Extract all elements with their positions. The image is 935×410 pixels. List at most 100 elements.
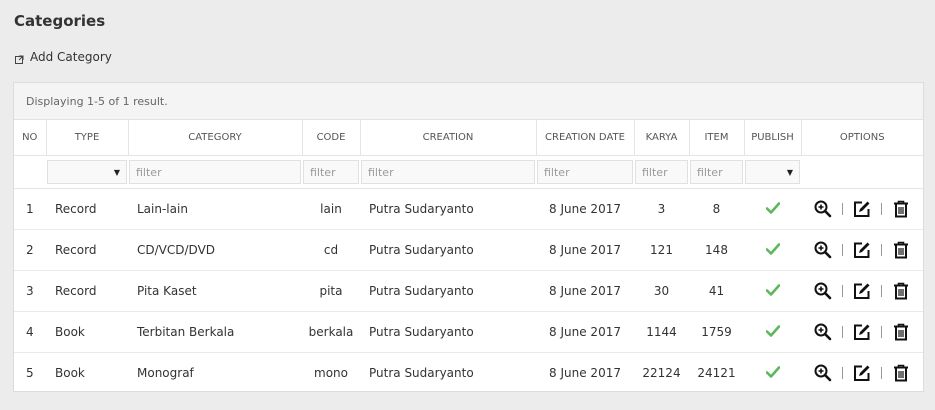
cell-code: pita xyxy=(302,270,360,312)
table-body: 1 Record Lain-lain lain Putra Sudaryanto… xyxy=(14,188,923,394)
trash-icon[interactable] xyxy=(890,281,912,301)
cell-code: berkala xyxy=(302,311,360,353)
cell-karya: 3 xyxy=(634,188,689,230)
edit-icon[interactable] xyxy=(851,199,873,219)
cell-no: 5 xyxy=(26,366,34,380)
cell-no: 2 xyxy=(14,229,46,271)
publish-filter-select[interactable]: ▼ xyxy=(745,160,800,184)
check-icon[interactable] xyxy=(765,324,780,337)
cell-item: 8 xyxy=(689,188,744,230)
cell-publish xyxy=(744,229,801,271)
check-icon[interactable] xyxy=(765,365,780,378)
filter-cell-creation xyxy=(360,155,536,189)
cell-code: lain xyxy=(302,188,360,230)
column-header-publish[interactable]: PUBLISH xyxy=(744,120,802,156)
cell-category: Terbitan Berkala xyxy=(128,311,302,353)
code-filter-input[interactable] xyxy=(303,160,359,184)
column-header-item[interactable]: ITEM xyxy=(689,120,745,156)
cell-options xyxy=(801,353,923,394)
cell-no: 4 xyxy=(14,311,46,353)
options-separator xyxy=(881,244,882,256)
cell-creation-date: 8 June 2017 xyxy=(536,229,634,271)
edit-icon[interactable] xyxy=(851,281,873,301)
cell-options xyxy=(801,270,923,312)
add-category-link[interactable]: Add Category xyxy=(15,50,112,64)
trash-icon[interactable] xyxy=(890,240,912,260)
row-options xyxy=(801,281,923,301)
options-separator xyxy=(881,203,882,215)
cell-creation: Putra Sudaryanto xyxy=(360,311,536,353)
header-row: NO TYPE CATEGORY CODE CREATION CREATION … xyxy=(14,120,923,156)
cell-creation-date: 8 June 2017 xyxy=(536,270,634,312)
zoom-in-icon[interactable] xyxy=(812,240,834,260)
cell-creation-date: 8 June 2017 xyxy=(549,366,621,380)
cell-item: 41 xyxy=(689,270,744,312)
trash-icon[interactable] xyxy=(890,363,912,383)
zoom-in-icon[interactable] xyxy=(812,322,834,342)
creation-filter-input[interactable] xyxy=(361,160,535,184)
filter-cell-karya xyxy=(634,155,689,189)
cell-item: 148 xyxy=(689,229,744,271)
filter-cell-publish: ▼ xyxy=(744,155,801,189)
cell-category: CD/VCD/DVD xyxy=(128,229,302,271)
cell-category: Lain-lain xyxy=(128,188,302,230)
table-row: 1 Record Lain-lain lain Putra Sudaryanto… xyxy=(14,188,923,230)
zoom-in-icon[interactable] xyxy=(812,281,834,301)
chevron-down-icon: ▼ xyxy=(113,167,120,177)
check-icon[interactable] xyxy=(765,201,780,214)
edit-icon[interactable] xyxy=(851,363,873,383)
trash-icon[interactable] xyxy=(890,199,912,219)
cell-no: 3 xyxy=(14,270,46,312)
check-icon[interactable] xyxy=(765,283,780,296)
cell-karya: 121 xyxy=(634,229,689,271)
cell-options xyxy=(801,188,923,230)
cell-creation: Putra Sudaryanto xyxy=(360,188,536,230)
cell-publish xyxy=(744,353,801,394)
cell-code: cd xyxy=(302,229,360,271)
options-separator xyxy=(881,367,882,379)
cell-no: 1 xyxy=(14,188,46,230)
table-row: 5 Book Monograf mono Putra Sudaryanto 8 … xyxy=(14,353,923,394)
zoom-in-icon[interactable] xyxy=(812,199,834,219)
filter-cell-code xyxy=(302,155,360,189)
column-header-type[interactable]: TYPE xyxy=(46,120,129,156)
column-header-category[interactable]: CATEGORY xyxy=(128,120,303,156)
column-header-karya[interactable]: KARYA xyxy=(634,120,690,156)
edit-icon[interactable] xyxy=(851,240,873,260)
cell-options xyxy=(801,229,923,271)
filter-cell-options xyxy=(801,155,923,189)
cell-publish xyxy=(744,311,801,353)
filter-cell-item xyxy=(689,155,744,189)
cell-creation: Putra Sudaryanto xyxy=(360,229,536,271)
cell-type: Record xyxy=(46,229,128,271)
creation-date-filter-input[interactable] xyxy=(537,160,633,184)
cell-creation-date: 8 June 2017 xyxy=(536,311,634,353)
cell-creation: Putra Sudaryanto xyxy=(369,366,474,380)
item-filter-input[interactable] xyxy=(690,160,743,184)
cell-karya: 30 xyxy=(634,270,689,312)
column-header-code[interactable]: CODE xyxy=(302,120,361,156)
grid-summary: Displaying 1-5 of 1 result. xyxy=(14,83,923,120)
cell-karya: 22124 xyxy=(642,366,681,380)
column-header-creation-date[interactable]: CREATION DATE xyxy=(536,120,635,156)
check-icon[interactable] xyxy=(765,242,780,255)
row-options xyxy=(801,199,923,219)
filter-cell-category xyxy=(128,155,302,189)
trash-icon[interactable] xyxy=(890,322,912,342)
karya-filter-input[interactable] xyxy=(635,160,688,184)
chevron-down-icon: ▼ xyxy=(786,167,793,177)
filter-cell-creation-date xyxy=(536,155,634,189)
column-header-creation[interactable]: CREATION xyxy=(360,120,537,156)
column-header-no[interactable]: NO xyxy=(14,120,47,156)
options-separator xyxy=(842,326,843,338)
zoom-in-icon[interactable] xyxy=(812,363,834,383)
cell-publish xyxy=(744,188,801,230)
cell-karya: 1144 xyxy=(634,311,689,353)
cell-category: Pita Kaset xyxy=(128,270,302,312)
cell-code: mono xyxy=(314,366,348,380)
type-filter-select[interactable]: ▼ xyxy=(47,160,127,184)
edit-icon[interactable] xyxy=(851,322,873,342)
category-filter-input[interactable] xyxy=(129,160,301,184)
table-row: 3 Record Pita Kaset pita Putra Sudaryant… xyxy=(14,270,923,312)
options-separator xyxy=(842,285,843,297)
